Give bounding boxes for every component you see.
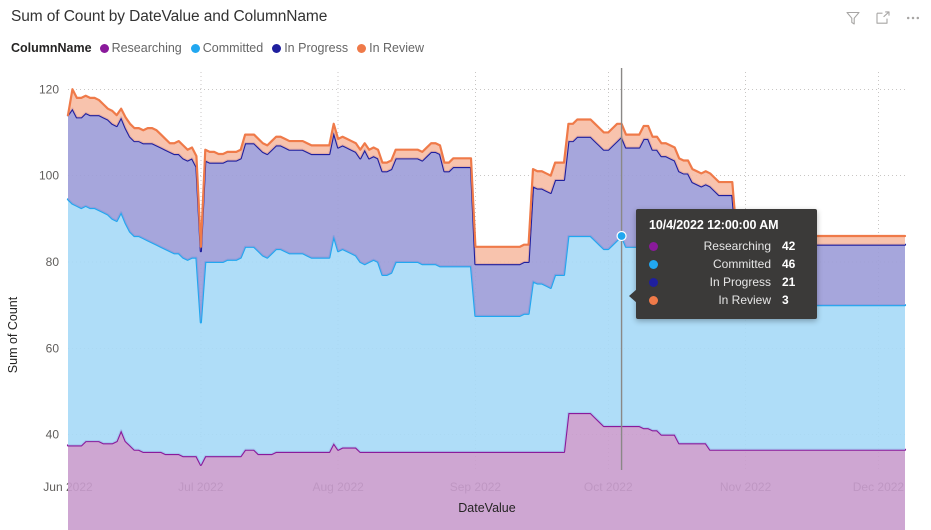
more-options-icon[interactable] (904, 9, 922, 27)
tooltip-value-researching: 42 (782, 239, 804, 253)
legend-swatch-committed (191, 44, 200, 53)
legend-item-committed[interactable]: Committed (191, 41, 263, 55)
visual-header-icons (844, 9, 922, 27)
y-axis-title: Sum of Count (6, 296, 20, 373)
tooltip-value-committed: 46 (782, 257, 804, 271)
y-tick-label: 80 (46, 255, 60, 269)
legend-item-in-review[interactable]: In Review (357, 41, 424, 55)
tooltip-row-committed: Committed 46 (649, 255, 804, 273)
tooltip-row-researching: Researching 42 (649, 237, 804, 255)
legend: ColumnName Researching Committed In Prog… (11, 39, 433, 57)
legend-item-in-progress[interactable]: In Progress (272, 41, 348, 55)
y-tick-label: 40 (46, 428, 60, 442)
legend-label-committed: Committed (203, 41, 263, 55)
visual-header: Sum of Count by DateValue and ColumnName (0, 0, 931, 38)
legend-label-in-progress: In Progress (284, 41, 348, 55)
tooltip-swatch-researching (649, 242, 658, 251)
page-title: Sum of Count by DateValue and ColumnName (11, 8, 327, 26)
focus-mode-icon[interactable] (874, 9, 892, 27)
tooltip-label-committed: Committed (665, 257, 782, 271)
y-tick-label: 100 (39, 169, 59, 183)
power-bi-area-chart-visual: Sum of Count by DateValue and ColumnName (0, 0, 931, 530)
y-axis-ticks: 40 60 80 100 120 (39, 82, 59, 441)
legend-label-researching: Researching (112, 41, 182, 55)
legend-item-researching[interactable]: Researching (100, 41, 182, 55)
y-tick-label: 60 (46, 341, 60, 355)
filter-icon[interactable] (844, 9, 862, 27)
tooltip-value-in-progress: 21 (782, 275, 804, 289)
legend-swatch-in-progress (272, 44, 281, 53)
tooltip-label-researching: Researching (665, 239, 782, 253)
tooltip-label-in-review: In Review (665, 293, 782, 307)
y-tick-label: 120 (39, 82, 59, 96)
x-axis-title: DateValue (458, 501, 515, 515)
tooltip-header: 10/4/2022 12:00:00 AM (649, 218, 804, 232)
tooltip-row-in-review: In Review 3 (649, 291, 804, 309)
legend-swatch-in-review (357, 44, 366, 53)
tooltip-swatch-in-progress (649, 278, 658, 287)
tooltip-row-in-progress: In Progress 21 (649, 273, 804, 291)
chart-tooltip: 10/4/2022 12:00:00 AM Researching 42 Com… (636, 209, 817, 319)
legend-label-in-review: In Review (369, 41, 424, 55)
tooltip-label-in-progress: In Progress (665, 275, 782, 289)
tooltip-swatch-committed (649, 260, 658, 269)
legend-title: ColumnName (11, 41, 92, 55)
legend-swatch-researching (100, 44, 109, 53)
tooltip-swatch-in-review (649, 296, 658, 305)
highlight-marker-committed (617, 232, 626, 241)
tooltip-value-in-review: 3 (782, 293, 804, 307)
